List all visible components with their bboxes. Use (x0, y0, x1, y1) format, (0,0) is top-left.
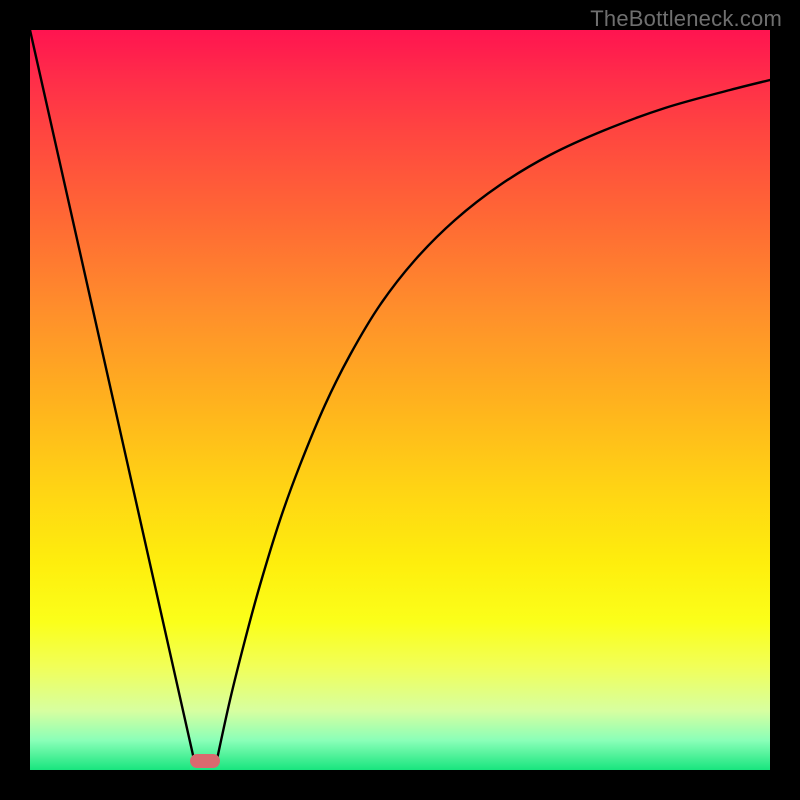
left-branch-line (30, 30, 195, 764)
minimum-marker (190, 754, 220, 768)
curve-svg (30, 30, 770, 770)
chart-frame: TheBottleneck.com (0, 0, 800, 800)
plot-area (30, 30, 770, 770)
watermark-text: TheBottleneck.com (590, 6, 782, 32)
right-branch-line (216, 80, 770, 764)
